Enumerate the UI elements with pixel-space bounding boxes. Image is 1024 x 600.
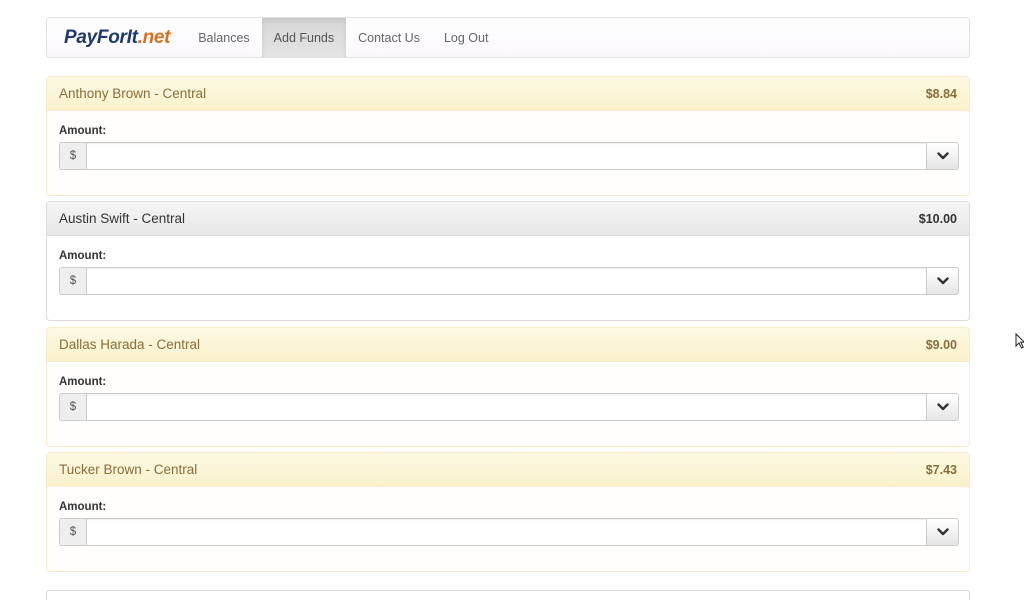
amount-label: Amount: — [59, 501, 107, 513]
brand-logo[interactable]: PayForIt .net — [47, 18, 186, 57]
amount-dropdown-button[interactable] — [927, 518, 959, 546]
account-panel-body: Amount: $ — [47, 236, 969, 295]
chevron-down-icon — [936, 152, 949, 160]
amount-dropdown-button[interactable] — [927, 267, 959, 295]
account-panel-partial — [46, 590, 970, 600]
amount-dropdown-button[interactable] — [927, 142, 959, 170]
account-panel: Anthony Brown - Central $8.84 Amount: $ — [46, 76, 970, 196]
brand-logo-main: PayForIt — [64, 26, 138, 48]
amount-dropdown-button[interactable] — [927, 393, 959, 421]
amount-input-group: $ — [59, 142, 959, 170]
currency-addon: $ — [59, 267, 86, 295]
account-name: Austin Swift - Central — [59, 211, 186, 226]
currency-addon: $ — [59, 142, 86, 170]
amount-input-group: $ — [59, 393, 959, 421]
account-panel: Austin Swift - Central $10.00 Amount: $ — [46, 201, 970, 321]
amount-label: Amount: — [59, 376, 107, 388]
account-panel-heading: Tucker Brown - Central $7.43 — [47, 453, 969, 487]
account-panel: Tucker Brown - Central $7.43 Amount: $ — [46, 452, 970, 572]
account-panel-body: Amount: $ — [47, 362, 969, 421]
account-panel-heading: Anthony Brown - Central $8.84 — [47, 77, 969, 111]
account-panel-heading: Dallas Harada - Central $9.00 — [47, 328, 969, 362]
top-navbar: PayForIt .net Balances Add Funds Contact … — [46, 17, 970, 58]
amount-select[interactable] — [86, 267, 927, 295]
mouse-pointer-icon — [1015, 333, 1024, 349]
nav-log-out[interactable]: Log Out — [432, 18, 500, 57]
account-name: Anthony Brown - Central — [59, 86, 207, 101]
amount-select[interactable] — [86, 142, 927, 170]
account-balance: $9.00 — [925, 337, 957, 352]
nav-add-funds[interactable]: Add Funds — [261, 18, 347, 57]
account-panel-body: Amount: $ — [47, 111, 969, 170]
account-name: Tucker Brown - Central — [59, 462, 198, 477]
account-panel-body: Amount: $ — [47, 487, 969, 546]
amount-input-group: $ — [59, 518, 959, 546]
account-name: Dallas Harada - Central — [59, 337, 201, 352]
chevron-down-icon — [936, 403, 949, 411]
amount-select[interactable] — [86, 393, 927, 421]
currency-addon: $ — [59, 518, 86, 546]
amount-select[interactable] — [86, 518, 927, 546]
chevron-down-icon — [936, 277, 949, 285]
account-panel: Dallas Harada - Central $9.00 Amount: $ — [46, 327, 970, 447]
amount-input-group: $ — [59, 267, 959, 295]
amount-label: Amount: — [59, 125, 107, 137]
account-panel-heading: Austin Swift - Central $10.00 — [47, 202, 969, 236]
nav-balances[interactable]: Balances — [186, 18, 261, 57]
account-balance: $8.84 — [925, 86, 957, 101]
account-balance: $10.00 — [918, 211, 957, 226]
amount-label: Amount: — [59, 250, 107, 262]
brand-logo-accent: .net — [137, 26, 171, 48]
account-balance: $7.43 — [925, 462, 957, 477]
nav-contact-us[interactable]: Contact Us — [346, 18, 432, 57]
currency-addon: $ — [59, 393, 86, 421]
chevron-down-icon — [936, 528, 949, 536]
